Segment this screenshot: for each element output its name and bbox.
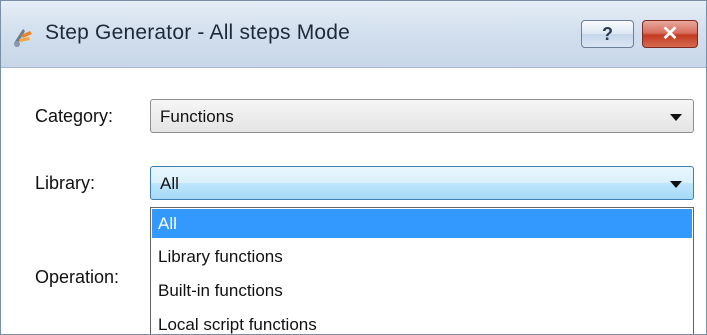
operation-label: Operation:	[35, 267, 120, 287]
help-button[interactable]: ?	[581, 20, 634, 48]
step-generator-icon	[14, 29, 32, 47]
library-value: All	[160, 174, 179, 193]
library-option-library-functions[interactable]: Library functions	[152, 242, 692, 271]
close-button[interactable]: ✕	[642, 20, 698, 48]
title-bar[interactable]: Step Generator - All steps Mode ? ✕	[1, 1, 706, 68]
library-select[interactable]: All	[150, 166, 694, 200]
category-value: Functions	[160, 107, 234, 126]
chevron-down-icon	[670, 181, 682, 188]
library-option-local-script-functions[interactable]: Local script functions	[152, 310, 692, 334]
library-option-all[interactable]: All	[152, 209, 692, 238]
library-option-built-in-functions[interactable]: Built-in functions	[152, 276, 692, 305]
step-generator-dialog: Step Generator - All steps Mode ? ✕ Cate…	[0, 0, 707, 335]
window-title: Step Generator - All steps Mode	[45, 21, 351, 44]
close-icon: ✕	[661, 23, 679, 45]
question-mark-icon: ?	[602, 24, 613, 44]
library-label: Library:	[35, 173, 96, 193]
library-dropdown-list: All Library functions Built-in functions…	[150, 207, 694, 334]
chevron-down-icon	[670, 114, 682, 121]
category-label: Category:	[35, 106, 114, 126]
category-select[interactable]: Functions	[150, 99, 694, 133]
